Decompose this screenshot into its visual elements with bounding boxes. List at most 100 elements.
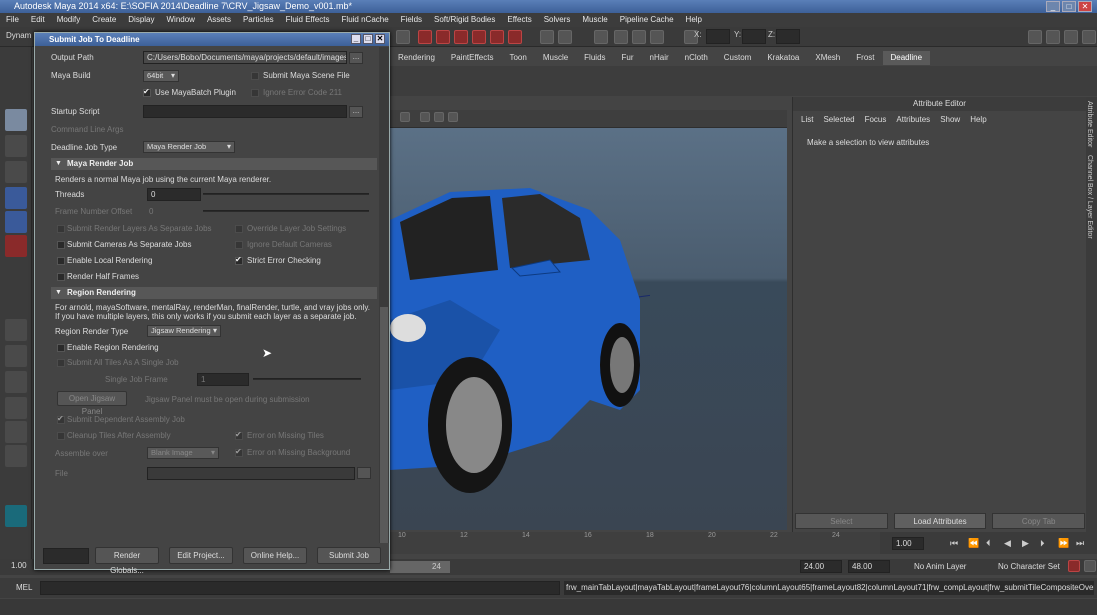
persp-graph-layout-icon[interactable] <box>5 445 27 467</box>
output-path-browse-button[interactable]: ... <box>349 52 363 64</box>
shelf-tab-toon[interactable]: Toon <box>501 51 535 65</box>
single-pane-layout-icon[interactable] <box>5 319 27 341</box>
rotate-tool-icon[interactable] <box>5 211 27 233</box>
local-rendering-checkbox[interactable] <box>57 257 65 265</box>
light-icon[interactable] <box>508 30 522 44</box>
menu-fields[interactable]: Fields <box>395 13 428 27</box>
menu-set-selector[interactable]: Dynam <box>6 31 31 40</box>
region-rendering-section[interactable]: Region Rendering <box>51 287 377 299</box>
attr-menu-attributes[interactable]: Attributes <box>896 115 930 124</box>
dependent-assembly-checkbox[interactable] <box>57 414 65 424</box>
menu-display[interactable]: Display <box>122 13 160 27</box>
start-time-field[interactable]: 1.00 <box>8 560 36 573</box>
ignore-error-checkbox[interactable] <box>251 89 259 97</box>
dialog-vertical-scrollbar[interactable] <box>379 47 389 557</box>
single-frame-field[interactable]: 1 <box>197 373 249 386</box>
shelf-tab-painteffects[interactable]: PaintEffects <box>442 51 502 65</box>
hypershade-icon[interactable] <box>472 30 486 44</box>
grid-icon[interactable] <box>632 30 646 44</box>
strict-error-checkbox[interactable] <box>235 255 243 265</box>
enable-region-checkbox[interactable] <box>57 344 65 352</box>
shelf-tab-fur[interactable]: Fur <box>613 51 642 65</box>
threads-field[interactable]: 0 <box>147 188 201 201</box>
camera-icon[interactable] <box>594 30 608 44</box>
current-frame-field[interactable]: 1.00 <box>892 537 924 550</box>
hypershade-layout-icon[interactable] <box>5 421 27 443</box>
z-field[interactable] <box>776 29 800 44</box>
play-icon[interactable]: ▶ <box>1022 538 1029 549</box>
submit-scene-checkbox[interactable] <box>251 72 259 80</box>
startup-script-field[interactable] <box>143 105 347 118</box>
assemble-over-dropdown[interactable]: Blank Image <box>147 447 219 459</box>
close-button[interactable]: ✕ <box>1078 1 1092 12</box>
error-missing-bg-checkbox[interactable] <box>235 447 243 457</box>
file-field[interactable] <box>147 467 355 480</box>
attr-menu-show[interactable]: Show <box>940 115 960 124</box>
input-icon[interactable] <box>540 30 554 44</box>
shelf-tab-krakatoa[interactable]: Krakatoa <box>759 51 808 65</box>
paint-tool-icon[interactable] <box>5 161 27 183</box>
render-view-icon[interactable] <box>490 30 504 44</box>
view-isolate-icon[interactable] <box>434 112 444 122</box>
job-type-dropdown[interactable]: Maya Render Job <box>143 141 235 153</box>
menu-fluid-ncache[interactable]: Fluid nCache <box>336 13 395 27</box>
ignore-cameras-checkbox[interactable] <box>235 241 243 249</box>
override-layer-checkbox[interactable] <box>235 225 243 233</box>
outliner-layout-icon[interactable] <box>5 371 27 393</box>
maya-build-dropdown[interactable]: 64bit <box>143 70 179 82</box>
shelf-tab-deadline[interactable]: Deadline <box>882 51 931 65</box>
step-back-icon[interactable]: ⏴ <box>986 538 991 549</box>
toggle-channel-icon[interactable] <box>1064 30 1078 44</box>
menu-create[interactable]: Create <box>86 13 122 27</box>
half-frames-checkbox[interactable] <box>57 273 65 281</box>
dialog-minimize-button[interactable]: _ <box>351 34 361 44</box>
range-bar[interactable] <box>390 561 450 573</box>
render-layers-checkbox[interactable] <box>57 225 65 233</box>
select-tool-icon[interactable] <box>5 109 27 131</box>
shelf-tab-custom[interactable]: Custom <box>715 51 760 65</box>
play-back-icon[interactable]: ◀ <box>1004 538 1011 549</box>
region-type-dropdown[interactable]: Jigsaw Rendering <box>147 325 221 337</box>
all-tiles-checkbox[interactable] <box>57 359 65 367</box>
threads-slider[interactable] <box>203 193 369 195</box>
attr-menu-focus[interactable]: Focus <box>865 115 887 124</box>
scale-tool-icon[interactable] <box>5 235 27 257</box>
toggle-attr-icon[interactable] <box>1028 30 1042 44</box>
shelf-tab-xmesh[interactable]: XMesh <box>807 51 849 65</box>
cleanup-tiles-checkbox[interactable] <box>57 432 65 440</box>
menu-muscle[interactable]: Muscle <box>576 13 613 27</box>
step-forward-key-icon[interactable]: ⏩ <box>1058 538 1069 549</box>
single-frame-slider[interactable] <box>253 378 361 380</box>
tab-channel-box[interactable]: Channel Box / Layer Editor <box>1086 151 1093 243</box>
maximize-button[interactable]: □ <box>1062 1 1076 12</box>
minimize-button[interactable]: _ <box>1046 1 1060 12</box>
panel-icon[interactable] <box>650 30 664 44</box>
menu-effects[interactable]: Effects <box>501 13 537 27</box>
step-forward-icon[interactable]: ⏵ <box>1040 538 1045 549</box>
end-range-field[interactable]: 48.00 <box>848 560 890 573</box>
auto-key-icon[interactable] <box>1068 560 1080 572</box>
menu-particles[interactable]: Particles <box>237 13 280 27</box>
shelf-tab-fluids[interactable]: Fluids <box>576 51 614 65</box>
frame-offset-slider[interactable] <box>203 210 369 212</box>
attr-menu-help[interactable]: Help <box>970 115 986 124</box>
open-jigsaw-button[interactable]: Open Jigsaw Panel <box>57 391 127 416</box>
deadline-logo-icon[interactable] <box>5 505 27 527</box>
attr-menu-selected[interactable]: Selected <box>823 115 854 124</box>
output-icon[interactable] <box>558 30 572 44</box>
y-field[interactable] <box>742 29 766 44</box>
render-settings-icon[interactable] <box>454 30 468 44</box>
maya-render-job-section[interactable]: Maya Render Job <box>51 158 377 170</box>
menu-fluid-effects[interactable]: Fluid Effects <box>280 13 336 27</box>
shelf-tab-frost[interactable]: Frost <box>848 51 883 65</box>
mayabatch-checkbox[interactable] <box>143 87 151 97</box>
lasso-tool-icon[interactable] <box>5 135 27 157</box>
ipr-render-icon[interactable] <box>436 30 450 44</box>
startup-script-browse-button[interactable]: ... <box>349 106 363 118</box>
command-input[interactable] <box>40 581 560 595</box>
layout-icon[interactable] <box>614 30 628 44</box>
go-start-icon[interactable]: ⏮ <box>950 538 958 549</box>
menu-assets[interactable]: Assets <box>201 13 237 27</box>
file-browse-button[interactable] <box>357 467 371 479</box>
attr-select-button[interactable]: Select <box>795 513 888 529</box>
